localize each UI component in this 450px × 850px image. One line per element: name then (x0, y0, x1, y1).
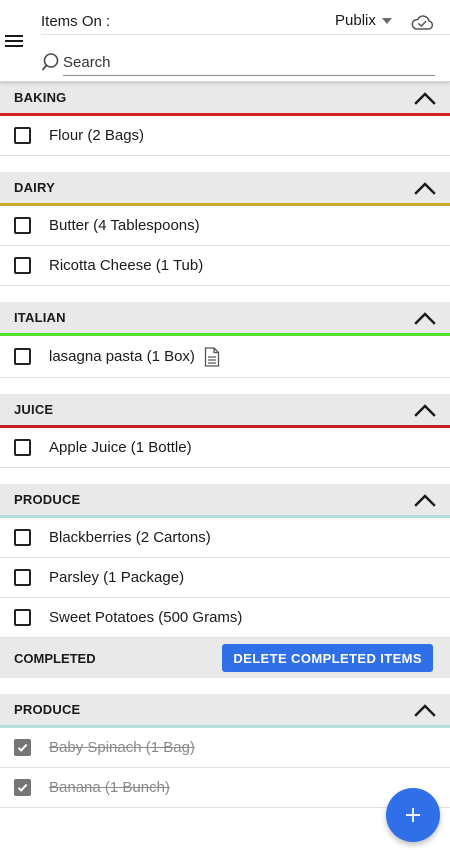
section-title: PRODUCE (14, 702, 81, 717)
section-spacer (0, 156, 450, 172)
item-label: Baby Spinach (1 Bag) (49, 739, 195, 756)
item-checkbox[interactable] (14, 439, 31, 456)
item-checkbox[interactable] (14, 609, 31, 626)
completed-bar: COMPLETED DELETE COMPLETED ITEMS (0, 638, 450, 678)
item-checkbox[interactable] (14, 217, 31, 234)
item-label: Flour (2 Bags) (49, 127, 145, 144)
list-item[interactable]: Flour (2 Bags) (0, 116, 450, 156)
note-document-icon[interactable] (204, 346, 220, 367)
item-label: Apple Juice (1 Bottle) (49, 439, 192, 456)
section-spacer (0, 286, 450, 302)
item-checkbox[interactable] (14, 348, 31, 365)
section-header-juice[interactable]: JUICE (0, 394, 450, 428)
chevron-up-icon[interactable] (414, 181, 436, 195)
chevron-up-icon[interactable] (414, 311, 436, 325)
section-header-baking[interactable]: BAKING (0, 82, 450, 116)
item-label: lasagna pasta (1 Box) (49, 348, 195, 365)
section-title: BAKING (14, 90, 67, 105)
items-on-label: Items On : (41, 13, 111, 30)
item-label: Ricotta Cheese (1 Tub) (49, 257, 204, 274)
hamburger-menu-icon[interactable] (4, 30, 24, 50)
header-divider (41, 34, 450, 35)
item-checkbox[interactable] (14, 127, 31, 144)
chevron-up-icon[interactable] (414, 91, 436, 105)
cloud-check-icon[interactable] (410, 12, 434, 32)
store-name: Publix (335, 12, 376, 29)
list-item[interactable]: Butter (4 Tablespoons) (0, 206, 450, 246)
item-checkbox-checked[interactable] (14, 779, 31, 796)
item-label: Blackberries (2 Cartons) (49, 529, 211, 546)
list-item[interactable]: Blackberries (2 Cartons) (0, 518, 450, 558)
search-underline (63, 75, 435, 76)
item-label: Banana (1 Bunch) (49, 779, 170, 796)
section-title: ITALIAN (14, 310, 66, 325)
section-header-produce[interactable]: PRODUCE (0, 484, 450, 518)
completed-title: COMPLETED (14, 650, 96, 666)
search-bar (41, 50, 436, 76)
checkmark-icon (17, 743, 28, 752)
completed-list-item[interactable]: Banana (1 Bunch) (0, 768, 450, 808)
plus-icon (406, 808, 420, 822)
section-title: DAIRY (14, 180, 55, 195)
item-checkbox[interactable] (14, 529, 31, 546)
list-item[interactable]: Apple Juice (1 Bottle) (0, 428, 450, 468)
search-input[interactable] (63, 50, 435, 74)
section-spacer (0, 468, 450, 484)
chevron-up-icon[interactable] (414, 403, 436, 417)
item-label: Butter (4 Tablespoons) (49, 217, 200, 234)
item-checkbox[interactable] (14, 569, 31, 586)
add-item-fab[interactable] (386, 788, 440, 842)
app-header: Items On : Publix (0, 0, 450, 82)
store-dropdown[interactable]: Publix (335, 12, 392, 29)
chevron-up-icon[interactable] (414, 493, 436, 507)
delete-completed-button[interactable]: DELETE COMPLETED ITEMS (222, 644, 433, 672)
item-label: Sweet Potatoes (500 Grams) (49, 609, 243, 626)
chevron-up-icon[interactable] (414, 703, 436, 717)
list-item[interactable]: Ricotta Cheese (1 Tub) (0, 246, 450, 286)
shopping-list: BAKING Flour (2 Bags) DAIRY Butter (4 Ta… (0, 82, 450, 808)
list-item[interactable]: Parsley (1 Package) (0, 558, 450, 598)
item-checkbox-checked[interactable] (14, 739, 31, 756)
list-item[interactable]: Sweet Potatoes (500 Grams) (0, 598, 450, 638)
section-spacer (0, 678, 450, 694)
list-item[interactable]: lasagna pasta (1 Box) (0, 336, 450, 378)
search-icon (42, 53, 59, 71)
completed-list-item[interactable]: Baby Spinach (1 Bag) (0, 728, 450, 768)
completed-section-header-produce[interactable]: PRODUCE (0, 694, 450, 728)
section-header-dairy[interactable]: DAIRY (0, 172, 450, 206)
section-title: JUICE (14, 402, 54, 417)
item-checkbox[interactable] (14, 257, 31, 274)
checkmark-icon (17, 783, 28, 792)
section-spacer (0, 378, 450, 394)
section-title: PRODUCE (14, 492, 81, 507)
item-label: Parsley (1 Package) (49, 569, 185, 586)
caret-down-icon (381, 17, 392, 24)
section-header-italian[interactable]: ITALIAN (0, 302, 450, 336)
